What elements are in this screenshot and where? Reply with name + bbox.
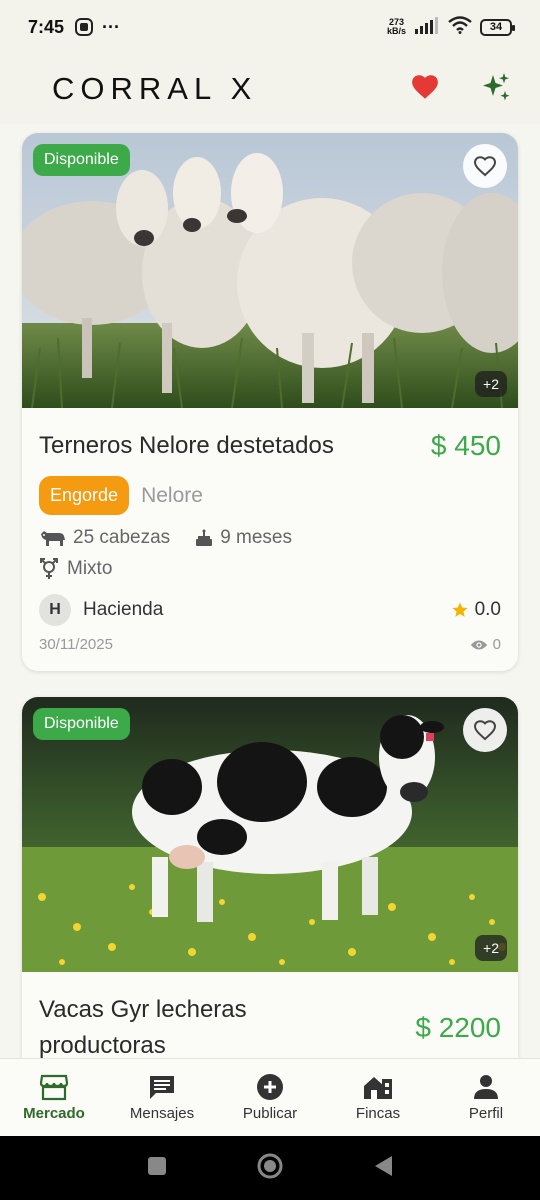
listing-details: Terneros Nelore destetados $ 450 Engorde… bbox=[22, 408, 518, 671]
quantity-text: 25 cabezas bbox=[73, 527, 171, 548]
cow-icon bbox=[41, 531, 65, 546]
nav-item-mensajes[interactable]: Mensajes bbox=[108, 1059, 216, 1136]
star-icon bbox=[452, 602, 468, 617]
quantity-spec: 25 cabezas bbox=[39, 527, 170, 549]
sex-text: Mixto bbox=[67, 558, 113, 579]
breed-label: Nelore bbox=[141, 483, 203, 507]
status-bar: 7:45 ··· 273 kB/s 34 bbox=[0, 0, 540, 54]
nav-label: Fincas bbox=[355, 1105, 401, 1122]
eye-icon bbox=[470, 640, 487, 649]
nav-label: Mensajes bbox=[129, 1105, 195, 1122]
favorite-button[interactable] bbox=[463, 144, 507, 188]
listing-photo-cattle-herd[interactable]: Disponible +2 bbox=[22, 133, 518, 408]
add-circle-icon bbox=[257, 1074, 283, 1100]
age-spec: 9 meses bbox=[194, 527, 292, 549]
favorite-button[interactable] bbox=[463, 708, 507, 752]
rating-value: 0.0 bbox=[474, 599, 501, 620]
home-circle-icon[interactable] bbox=[256, 1152, 284, 1185]
listing-price: $ 450 bbox=[430, 430, 501, 461]
favorites-heart-icon[interactable] bbox=[410, 73, 440, 105]
store-icon bbox=[39, 1074, 69, 1101]
listing-card[interactable]: Disponible +2 Terneros Nelore destetados… bbox=[22, 133, 518, 671]
nav-item-mercado[interactable]: Mercado bbox=[0, 1059, 108, 1136]
age-text: 9 meses bbox=[220, 527, 292, 548]
gender-icon bbox=[40, 558, 58, 579]
person-icon bbox=[474, 1075, 498, 1099]
listing-title: Vacas Gyr lecheras productoras bbox=[39, 996, 247, 1058]
view-count: 0 bbox=[470, 636, 501, 653]
status-time: 7:45 bbox=[28, 16, 65, 37]
heart-outline-icon bbox=[473, 720, 497, 741]
more-photos-badge: +2 bbox=[475, 935, 507, 961]
more-photos-badge: +2 bbox=[475, 371, 507, 397]
bottom-navigation: Mercado Mensajes Publicar Fincas Perfil bbox=[0, 1058, 540, 1136]
cake-icon bbox=[196, 529, 213, 546]
listing-card[interactable]: Disponible +2 Vacas Gyr lecheras product… bbox=[22, 697, 518, 1058]
app-logo: CORRAL X bbox=[52, 71, 258, 106]
status-badge: Disponible bbox=[33, 708, 130, 740]
app-bar: CORRAL X bbox=[0, 54, 540, 124]
listing-date: 30/11/2025 bbox=[39, 636, 113, 653]
seller-name[interactable]: Hacienda bbox=[83, 599, 163, 621]
recents-square-icon[interactable] bbox=[146, 1155, 168, 1182]
nav-label: Publicar bbox=[242, 1105, 298, 1122]
message-icon bbox=[150, 1076, 174, 1099]
nav-item-perfil[interactable]: Perfil bbox=[432, 1059, 540, 1136]
signal-icon bbox=[414, 16, 440, 39]
network-speed-unit: kB/s bbox=[386, 26, 406, 36]
sex-spec: Mixto bbox=[39, 558, 501, 580]
listing-title: Terneros Nelore destetados bbox=[39, 432, 334, 459]
farm-icon bbox=[364, 1077, 392, 1099]
purpose-tag: Engorde bbox=[39, 476, 130, 515]
view-count-value: 0 bbox=[492, 636, 501, 653]
more-notifications-icon: ··· bbox=[102, 16, 121, 37]
system-navigation-bar bbox=[0, 1136, 540, 1200]
nav-label: Mercado bbox=[23, 1105, 85, 1122]
battery-icon: 34 bbox=[480, 18, 515, 36]
heart-outline-icon bbox=[473, 156, 497, 177]
seller-rating: 0.0 bbox=[451, 599, 501, 621]
listing-photo-holstein-cow[interactable]: Disponible +2 bbox=[22, 697, 518, 972]
notification-app-icon bbox=[74, 17, 94, 37]
wifi-icon bbox=[448, 15, 472, 39]
listings-feed[interactable]: Disponible +2 Terneros Nelore destetados… bbox=[0, 124, 540, 1058]
nav-item-fincas[interactable]: Fincas bbox=[324, 1059, 432, 1136]
status-badge: Disponible bbox=[33, 144, 130, 176]
sparkles-ai-icon[interactable] bbox=[480, 71, 512, 108]
back-triangle-icon[interactable] bbox=[372, 1154, 394, 1183]
listing-details: Vacas Gyr lecheras productoras $ 2200 bbox=[22, 972, 518, 1058]
listing-price: $ 2200 bbox=[415, 1012, 501, 1043]
nav-label: Perfil bbox=[468, 1105, 504, 1122]
seller-avatar: H bbox=[39, 594, 71, 626]
nav-item-publicar[interactable]: Publicar bbox=[216, 1059, 324, 1136]
network-speed: 273 kB/s bbox=[387, 18, 406, 36]
